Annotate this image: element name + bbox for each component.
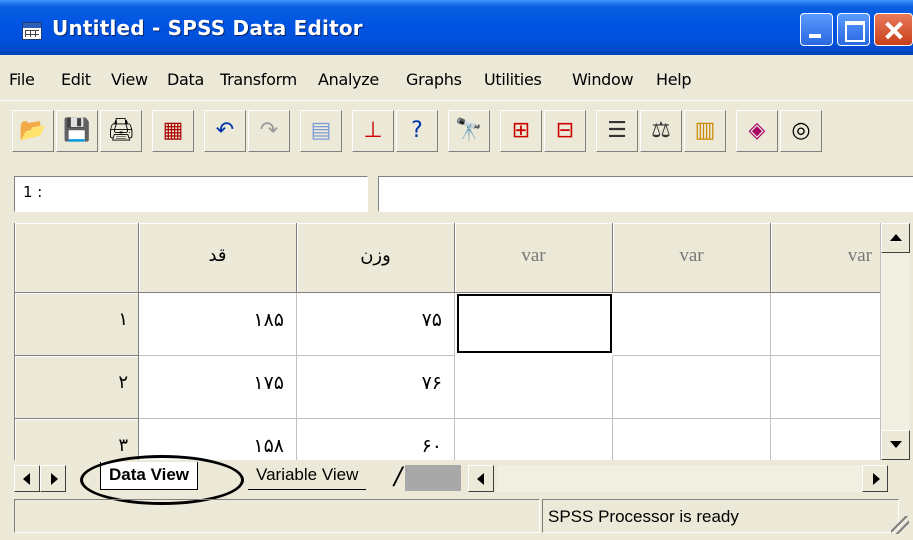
cell-value: ۷۵ [421, 309, 442, 331]
dialog-recall-icon[interactable]: ▦ [152, 110, 194, 152]
menu-edit[interactable]: Edit [61, 70, 91, 89]
find-icon[interactable]: 🔭 [448, 110, 490, 152]
tab-scroll-right-button[interactable] [40, 465, 66, 492]
menu-window[interactable]: Window [572, 70, 634, 89]
redo-icon[interactable]: ↷ [248, 110, 290, 152]
close-button[interactable] [874, 13, 913, 46]
variables-icon[interactable]: ? [396, 110, 438, 152]
cell-value: ۱۵۸ [253, 435, 284, 457]
value-labels-icon[interactable]: ◈ [736, 110, 778, 152]
tab-variable-view[interactable]: Variable View [248, 462, 367, 490]
column-header[interactable]: var [613, 223, 771, 293]
grid-cell[interactable] [455, 419, 613, 460]
arrow-left-icon [23, 473, 30, 485]
grid-cell[interactable]: ۷۶ [297, 356, 455, 419]
arrow-right-icon [873, 473, 880, 485]
title-bar[interactable]: Untitled - SPSS Data Editor [0, 0, 913, 55]
arrow-up-icon [890, 234, 902, 241]
open-file-icon[interactable]: 📂 [12, 110, 54, 152]
scroll-down-button[interactable] [881, 430, 910, 460]
cell-value-editor[interactable] [378, 176, 913, 212]
column-header-label: var [679, 245, 704, 266]
column-header[interactable]: var [455, 223, 613, 293]
grid-corner[interactable] [15, 223, 139, 293]
menu-data[interactable]: Data [167, 70, 204, 89]
status-text: SPSS Processor is ready [548, 507, 739, 526]
column-header[interactable]: وزن [297, 223, 455, 293]
row-number: ۲ [118, 372, 128, 393]
undo-icon[interactable]: ↶ [204, 110, 246, 152]
grid-cell[interactable] [613, 356, 771, 419]
menu-graphs[interactable]: Graphs [406, 70, 462, 89]
insert-cases-icon[interactable]: ⊞ [500, 110, 542, 152]
grid-cell[interactable]: ۱۵۸ [139, 419, 297, 460]
row-header[interactable]: ۱ [15, 293, 139, 356]
column-header[interactable]: قد [139, 223, 297, 293]
grid-cell[interactable] [771, 356, 880, 419]
vertical-scrollbar[interactable] [880, 223, 910, 460]
weight-cases-icon[interactable]: ⚖ [640, 110, 682, 152]
column-header-label: var [847, 245, 872, 266]
toolbar: 📂 💾 🖨 ▦ ↶ ↷ ▤ ⊥ ? 🔭 ⊞ ⊟ ☰ ⚖ ▥ ◈ ◎ [0, 100, 913, 162]
maximize-button[interactable] [837, 13, 870, 46]
row-number: ۳ [118, 435, 128, 456]
tab-scroll-left-button[interactable] [14, 465, 40, 492]
cell-reference: 1 : [14, 176, 368, 212]
menu-transform[interactable]: Transform [220, 70, 297, 89]
arrow-left-icon [477, 473, 484, 485]
column-header[interactable]: var [771, 223, 880, 293]
menu-utilities[interactable]: Utilities [484, 70, 542, 89]
active-grid-cell[interactable] [457, 294, 612, 353]
cell-indicator-bar: 1 : [0, 166, 913, 218]
cell-value: ۷۶ [421, 372, 442, 394]
menu-analyze[interactable]: Analyze [318, 70, 379, 89]
row-header[interactable]: ۳ [15, 419, 139, 460]
grid-cell[interactable] [613, 419, 771, 460]
grid-cell[interactable]: ۶۰ [297, 419, 455, 460]
window-title: Untitled - SPSS Data Editor [52, 16, 363, 40]
save-icon[interactable]: 💾 [56, 110, 98, 152]
print-icon[interactable]: 🖨 [100, 110, 142, 152]
minimize-button[interactable] [800, 13, 833, 46]
arrow-right-icon [51, 473, 58, 485]
column-header-label: وزن [360, 245, 391, 266]
scroll-up-button[interactable] [881, 223, 910, 253]
menu-help[interactable]: Help [656, 70, 692, 89]
data-editor-grid-icon[interactable] [22, 22, 42, 40]
grid-cell[interactable] [771, 293, 880, 356]
grid-cell[interactable]: ۷۵ [297, 293, 455, 356]
menu-view[interactable]: View [111, 70, 148, 89]
cell-value: ۱۸۵ [253, 309, 284, 331]
arrow-down-icon [890, 441, 902, 448]
resize-grip-icon[interactable] [891, 516, 909, 534]
insert-variable-icon[interactable]: ⊟ [544, 110, 586, 152]
menu-bar: File Edit View Data Transform Analyze Gr… [0, 64, 913, 98]
spss-window: Untitled - SPSS Data Editor File Edit Vi… [0, 0, 913, 540]
row-number: ۱ [118, 309, 128, 330]
use-sets-icon[interactable]: ◎ [780, 110, 822, 152]
tab-divider: / [394, 462, 403, 490]
grid-cell[interactable]: ۱۸۵ [139, 293, 297, 356]
status-bar: SPSS Processor is ready [0, 497, 913, 540]
status-pane-left [14, 499, 540, 533]
grid-cell[interactable] [771, 419, 880, 460]
menu-file[interactable]: File [9, 70, 35, 89]
grid-cell[interactable] [455, 356, 613, 419]
hscroll-right-button[interactable] [862, 465, 888, 492]
grid-cell[interactable]: ۱۷۵ [139, 356, 297, 419]
select-cases-icon[interactable]: ▥ [684, 110, 726, 152]
cell-value: ۱۷۵ [253, 372, 284, 394]
hscroll-left-button[interactable] [468, 465, 494, 492]
data-grid: قد وزن var var var ۱ ۱۸۵ ۷۵ ۲ ۱۷۵ ۷۶ ۳ ۱… [14, 223, 880, 460]
goto-chart-icon[interactable]: ▤ [300, 110, 342, 152]
grid-cell[interactable] [613, 293, 771, 356]
horizontal-scrollbar-track[interactable] [497, 465, 862, 492]
column-header-label: var [521, 245, 546, 266]
split-file-icon[interactable]: ☰ [596, 110, 638, 152]
cell-value: ۶۰ [421, 435, 442, 457]
tab-area-filler [405, 465, 461, 491]
column-header-label: قد [208, 245, 227, 266]
row-header[interactable]: ۲ [15, 356, 139, 419]
goto-case-icon[interactable]: ⊥ [352, 110, 394, 152]
